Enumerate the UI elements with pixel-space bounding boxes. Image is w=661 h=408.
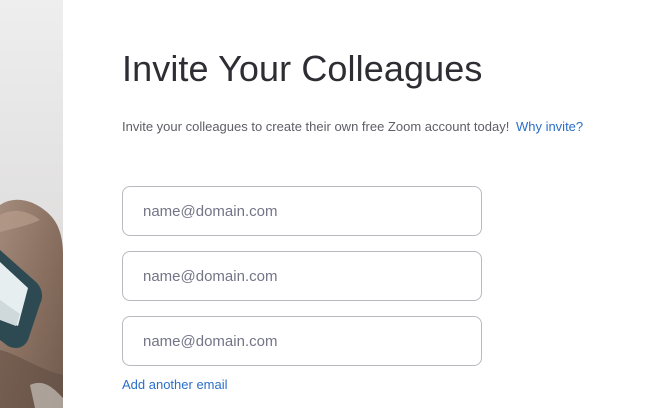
invite-panel: Invite Your Colleagues Invite your colle… [63,0,661,408]
hand-holding-phone-photo [0,0,63,408]
email-field-1[interactable] [122,186,482,236]
description-text: Invite your colleagues to create their o… [122,119,510,134]
email-field-2[interactable] [122,251,482,301]
invite-description: Invite your colleagues to create their o… [122,119,583,134]
invite-page: Invite Your Colleagues Invite your colle… [0,0,661,408]
page-title: Invite Your Colleagues [122,48,483,89]
add-another-email-link[interactable]: Add another email [122,377,228,392]
why-invite-link[interactable]: Why invite? [516,119,583,134]
email-field-3[interactable] [122,316,482,366]
